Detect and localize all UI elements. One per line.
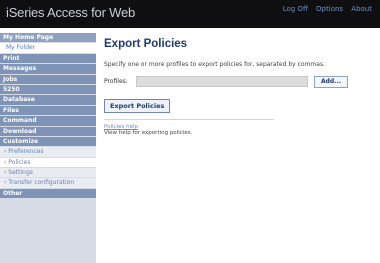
sidebar-item-files[interactable]: Files [0, 105, 96, 117]
sidebar-item-preferences[interactable]: › Preferences [0, 147, 96, 158]
sidebar-item-my-folder[interactable]: My Folder [0, 43, 96, 54]
export-policies-button[interactable]: Export Policies [104, 99, 171, 113]
sidebar-item-database[interactable]: Database [0, 95, 96, 106]
help-description: View help for exporting policies. [104, 130, 193, 136]
sidebar-item-my-home-page[interactable]: My Home Page [0, 33, 96, 44]
sidebar-item-messages[interactable]: Messages [0, 64, 96, 75]
profiles-input[interactable] [136, 76, 308, 87]
sidebar-item-print[interactable]: Print [0, 53, 96, 65]
sidebar-item-transfer-configuration[interactable]: › Transfer configuration [0, 178, 96, 189]
sidebar-item-jobs[interactable]: Jobs [0, 74, 96, 85]
header-links: Log Off Options About [277, 5, 372, 13]
log-off-link[interactable]: Log Off [283, 5, 308, 13]
sidebar-item-policies[interactable]: › Policies [0, 157, 96, 169]
navigation-sidebar: My Home Page My Folder Print Messages Jo… [0, 33, 96, 263]
sidebar-item-other[interactable]: Other [0, 188, 96, 200]
app-title: iSeries Access for Web [6, 5, 136, 20]
profiles-row: Profiles: Add... [104, 76, 374, 88]
top-banner: iSeries Access for Web Log Off Options A… [0, 0, 380, 28]
sidebar-item-settings[interactable]: › Settings [0, 168, 96, 179]
sidebar-item-command[interactable]: Command [0, 116, 96, 127]
sidebar-item-5250[interactable]: 5250 [0, 84, 96, 96]
main-content: Export Policies Specify one or more prof… [104, 38, 374, 136]
page-title: Export Policies [104, 38, 188, 50]
sidebar-item-download[interactable]: Download [0, 126, 96, 137]
profiles-label: Profiles: [104, 78, 128, 85]
instructions-text: Specify one or more profiles to export p… [104, 61, 325, 68]
options-link[interactable]: Options [316, 5, 343, 13]
divider [104, 119, 274, 120]
sidebar-item-customize[interactable]: Customize [0, 136, 96, 148]
add-button[interactable]: Add... [314, 76, 348, 88]
about-link[interactable]: About [351, 5, 372, 13]
